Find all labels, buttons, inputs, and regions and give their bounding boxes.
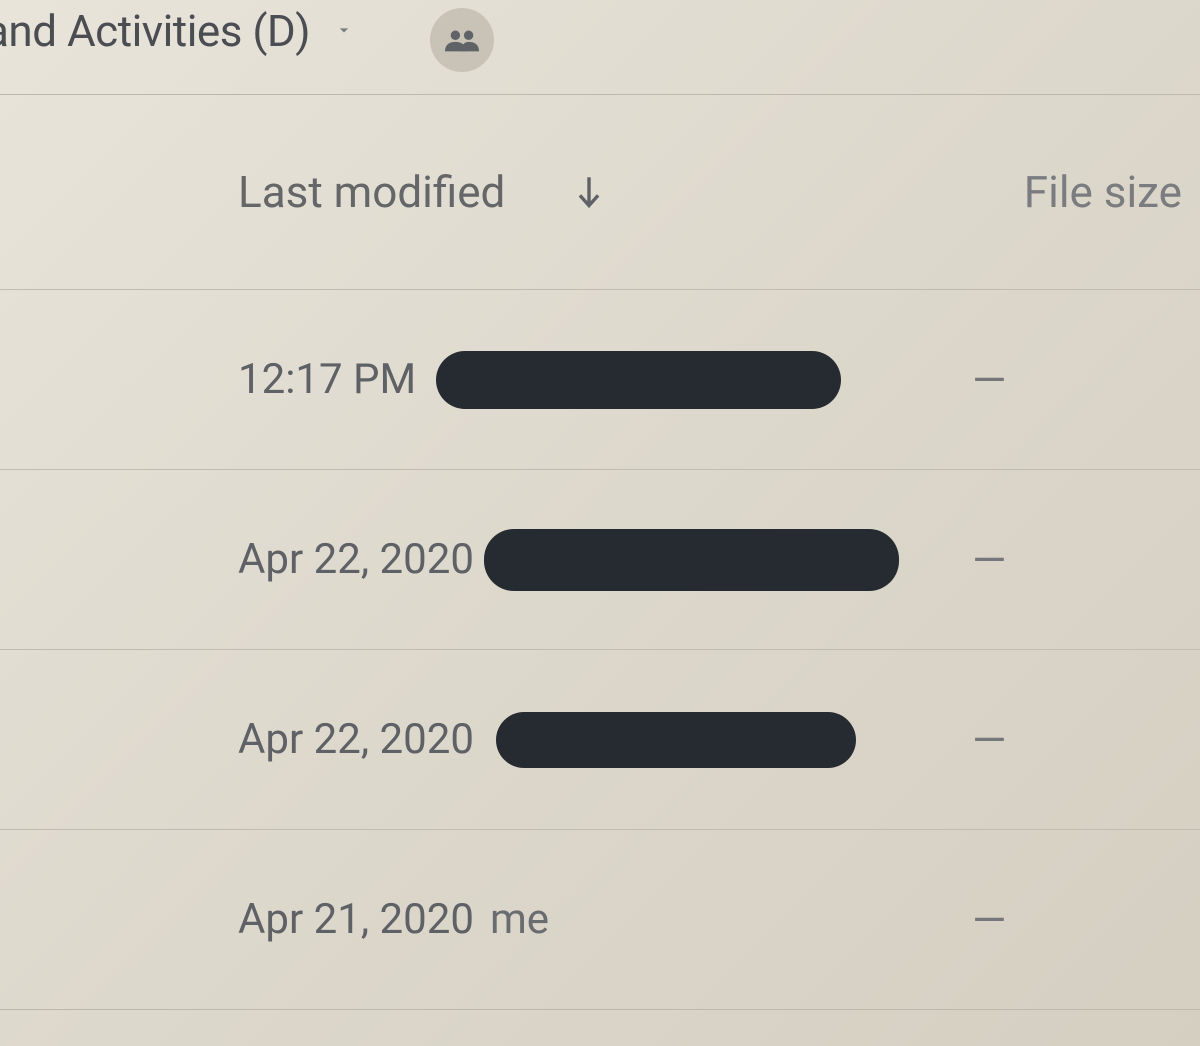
file-size-cell: — xyxy=(972,714,1006,766)
last-modified-cell: Apr 21, 2020 me xyxy=(238,895,549,944)
people-icon xyxy=(445,28,479,52)
table-row[interactable]: Apr 22, 2020 — xyxy=(0,470,1200,650)
modified-date: Apr 21, 2020 xyxy=(238,895,474,944)
redacted-owner xyxy=(436,351,841,409)
last-modified-cell: Apr 22, 2020 xyxy=(238,712,856,768)
modified-by-user: me xyxy=(490,895,549,944)
redacted-owner xyxy=(484,529,899,591)
column-header-row: Last modified File size xyxy=(0,95,1200,290)
file-size-cell: — xyxy=(972,894,1006,946)
last-modified-label: Last modified xyxy=(238,166,505,218)
modified-date: Apr 22, 2020 xyxy=(238,535,474,584)
table-row[interactable]: Apr 22, 2020 — xyxy=(0,650,1200,830)
shared-users-button[interactable] xyxy=(430,8,494,72)
breadcrumb-bar: and Activities (D) xyxy=(0,0,1200,95)
sort-descending-icon[interactable] xyxy=(575,175,603,209)
redacted-owner xyxy=(496,712,856,768)
file-size-cell: — xyxy=(972,534,1006,586)
modified-date: Apr 22, 2020 xyxy=(238,715,474,764)
file-size-cell: — xyxy=(972,354,1006,406)
table-row[interactable]: 12:17 PM — xyxy=(0,290,1200,470)
table-row[interactable]: Apr 21, 2020 me — xyxy=(0,830,1200,1010)
last-modified-cell: 12:17 PM xyxy=(238,351,841,409)
modified-time: 12:17 PM xyxy=(238,355,416,404)
last-modified-header[interactable]: Last modified xyxy=(238,166,603,218)
file-size-header[interactable]: File size xyxy=(1024,166,1182,218)
chevron-down-icon[interactable] xyxy=(330,20,358,40)
folder-title[interactable]: and Activities (D) xyxy=(0,5,310,57)
last-modified-cell: Apr 22, 2020 xyxy=(238,529,899,591)
